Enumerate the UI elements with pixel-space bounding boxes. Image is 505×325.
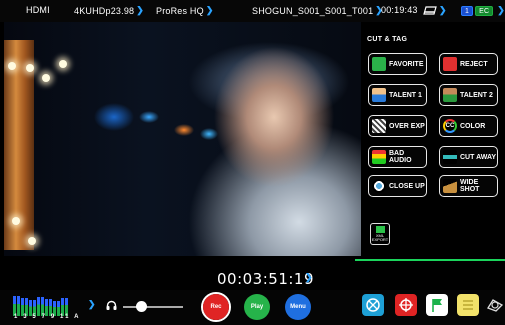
close-up-button[interactable]: CLOSE UP bbox=[368, 175, 427, 197]
light-bulb bbox=[42, 74, 50, 82]
cut-and-tag-panel: CUT & TAG FAVORITE REJECT TALENT 1 TALEN… bbox=[361, 22, 505, 258]
record-button[interactable]: Rec bbox=[203, 294, 229, 320]
color-button[interactable]: CC COLOR bbox=[439, 115, 498, 137]
video-preview[interactable] bbox=[4, 22, 361, 256]
meter-bar bbox=[13, 296, 16, 316]
meter-bar bbox=[17, 296, 20, 316]
chevron-right-icon[interactable]: ❯ bbox=[88, 299, 96, 310]
cut-away-icon bbox=[443, 150, 457, 164]
thumbs-up-icon bbox=[372, 57, 386, 71]
video-format-label: 4KUHDp23.98 bbox=[74, 5, 135, 16]
codec-label: ProRes HQ bbox=[156, 5, 204, 16]
close-up-label: CLOSE UP bbox=[389, 182, 425, 190]
clip-name-label: SHOGUN_S001_S001_T001 bbox=[252, 5, 374, 16]
color-label: COLOR bbox=[460, 122, 486, 130]
panel-title: CUT & TAG bbox=[367, 36, 408, 43]
talent-2-button[interactable]: TALENT 2 bbox=[439, 84, 498, 106]
light-bulb bbox=[8, 62, 16, 70]
bad-audio-label: BAD AUDIO bbox=[389, 150, 412, 164]
chevron-right-icon: ❯ bbox=[136, 5, 144, 15]
focus-peaking-button[interactable] bbox=[395, 294, 417, 316]
view-mode-button[interactable] bbox=[485, 294, 505, 316]
xml-export-label: XML EXPORT bbox=[371, 233, 389, 242]
cut-away-label: CUT AWAY bbox=[460, 153, 497, 161]
media-drive[interactable]: ❯ bbox=[423, 5, 447, 16]
cut-away-button[interactable]: CUT AWAY bbox=[439, 146, 498, 168]
codec-selector[interactable]: ProRes HQ ❯ bbox=[156, 5, 214, 16]
person-icon bbox=[443, 88, 457, 102]
bad-audio-button[interactable]: BAD AUDIO bbox=[368, 146, 427, 168]
reject-label: REJECT bbox=[460, 60, 488, 68]
light-bulb bbox=[26, 64, 34, 72]
volume-slider-knob[interactable] bbox=[136, 301, 147, 312]
cut-tag-button[interactable] bbox=[426, 294, 448, 316]
video-format[interactable]: 4KUHDp23.98 ❯ bbox=[74, 5, 144, 16]
clip-name[interactable]: SHOGUN_S001_S001_T001 ❯ bbox=[252, 5, 383, 16]
headphone-icon[interactable] bbox=[106, 300, 117, 314]
chevron-right-icon: ❯ bbox=[205, 5, 214, 15]
thumbs-down-icon bbox=[443, 57, 457, 71]
chevron-right-icon: ❯ bbox=[497, 5, 505, 15]
play-label: Play bbox=[250, 304, 264, 310]
over-exp-button[interactable]: OVER EXP bbox=[368, 115, 427, 137]
volume-slider-track[interactable] bbox=[123, 306, 183, 308]
target-icon bbox=[399, 298, 413, 312]
zebra-icon bbox=[372, 119, 386, 133]
crosshair-circle-icon bbox=[366, 298, 380, 312]
top-status-bar: HDMI 4KUHDp23.98 ❯ ProRes HQ ❯ SHOGUN_S001… bbox=[0, 0, 505, 22]
overlay-mode-icon bbox=[487, 299, 504, 312]
input-source-label: HDMI bbox=[26, 5, 50, 15]
reject-button[interactable]: REJECT bbox=[439, 53, 498, 75]
audio-meter-icon bbox=[372, 150, 386, 164]
channel-badge: 1 bbox=[461, 5, 474, 16]
zoom-tool-button[interactable] bbox=[362, 294, 384, 316]
audio-meters[interactable] bbox=[13, 296, 85, 316]
flag-icon bbox=[432, 299, 442, 312]
headphone-icon-svg bbox=[106, 300, 117, 310]
person-icon bbox=[372, 88, 386, 102]
color-wheel-icon: CC bbox=[443, 119, 457, 133]
light-bulb bbox=[12, 217, 20, 225]
time-remaining-label: 00:19:43 bbox=[381, 5, 418, 15]
favorite-label: FAVORITE bbox=[389, 60, 424, 68]
menu-button[interactable]: Menu bbox=[285, 294, 311, 320]
menu-label: Menu bbox=[290, 304, 306, 310]
chevron-right-icon[interactable]: ❯ bbox=[305, 272, 313, 283]
favorite-button[interactable]: FAVORITE bbox=[368, 53, 427, 75]
play-button[interactable]: Play bbox=[244, 294, 270, 320]
light-bulb bbox=[28, 237, 36, 245]
ec-badge: EC bbox=[475, 5, 494, 16]
eye-icon bbox=[372, 179, 386, 193]
light-bulb bbox=[59, 60, 67, 68]
tag-panel-indicator-line bbox=[355, 259, 505, 261]
talent-1-label: TALENT 1 bbox=[389, 91, 422, 99]
notes-button[interactable] bbox=[457, 294, 479, 316]
record-time-remaining[interactable]: 00:19:43 bbox=[381, 5, 418, 15]
audio-channel-labels: 1 3 5 7 9 11 A bbox=[14, 314, 81, 320]
timecode-display[interactable]: 00:03:51:19 bbox=[217, 270, 314, 288]
xml-export-button[interactable]: XML EXPORT bbox=[370, 223, 390, 245]
flag-icon bbox=[375, 226, 385, 233]
wide-shot-label: WIDE SHOT bbox=[460, 179, 480, 193]
wide-shot-button[interactable]: WIDE SHOT bbox=[439, 175, 498, 197]
chevron-right-icon: ❯ bbox=[439, 5, 447, 15]
lines-icon bbox=[463, 300, 473, 310]
drive-icon bbox=[423, 6, 437, 15]
input-source[interactable]: HDMI bbox=[26, 5, 50, 15]
talent-2-label: TALENT 2 bbox=[460, 91, 493, 99]
landscape-icon bbox=[443, 179, 457, 193]
talent-1-button[interactable]: TALENT 1 bbox=[368, 84, 427, 106]
record-label: Rec bbox=[210, 304, 222, 310]
status-badges[interactable]: 1 EC ❯ bbox=[461, 5, 505, 16]
over-exp-label: OVER EXP bbox=[389, 122, 425, 130]
